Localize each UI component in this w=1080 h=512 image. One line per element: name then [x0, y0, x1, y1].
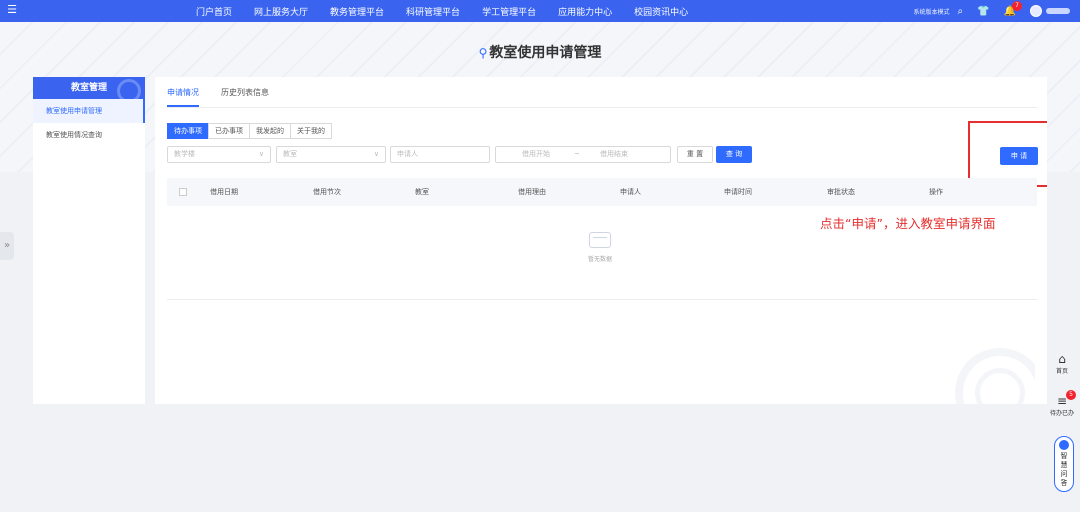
select-all-checkbox[interactable]: [179, 188, 187, 196]
query-button[interactable]: 查 询: [716, 146, 752, 163]
assistant-icon: [1059, 440, 1069, 450]
column-approval-status: 审批状态: [827, 188, 855, 196]
sidebar: 教室管理 教室使用申请管理 教室使用情况查询: [33, 77, 145, 404]
column-borrow-period: 借用节次: [313, 188, 341, 196]
smart-qa-char-1: 智: [1060, 452, 1068, 460]
top-nav-right: 系统版本模式 ⌕ 👕 🔔 7: [913, 0, 1070, 22]
expand-sidebar-handle[interactable]: »: [0, 232, 14, 260]
date-end-placeholder: 借用结束: [600, 150, 628, 158]
watermark-logo: [925, 328, 1035, 404]
classroom-select-placeholder: 教室: [283, 150, 297, 158]
shirt-icon[interactable]: 👕: [977, 6, 989, 17]
tab-divider: [167, 107, 1037, 108]
sidebar-header-label: 教室管理: [71, 83, 108, 93]
segment-initiated[interactable]: 我发起的: [249, 123, 291, 139]
home-shortcut[interactable]: ⌂ 首页: [1050, 352, 1074, 375]
applicant-input-placeholder: 申请人: [397, 150, 418, 158]
smart-qa-button[interactable]: 智 慧 问 答: [1054, 436, 1074, 492]
nav-capability-center[interactable]: 应用能力中心: [558, 5, 612, 18]
applicant-input[interactable]: 申请人: [390, 146, 490, 163]
tab-history-list[interactable]: 历史列表信息: [221, 77, 269, 107]
username-placeholder[interactable]: [1046, 8, 1070, 14]
date-range-picker[interactable]: 借用开始 ~ 借用结束: [495, 146, 671, 163]
chevron-down-icon: ∨: [373, 150, 379, 158]
chevron-down-icon: ∨: [258, 150, 264, 158]
smart-qa-char-2: 慧: [1060, 461, 1068, 469]
segment-todo[interactable]: 待办事项: [167, 123, 209, 139]
avatar[interactable]: [1030, 5, 1042, 17]
column-apply-time: 申请时间: [724, 188, 752, 196]
nav-news-center[interactable]: 校园资讯中心: [634, 5, 688, 18]
notification-badge: 7: [1012, 0, 1022, 11]
todo-shortcut-label: 待办已办: [1050, 410, 1075, 417]
empty-text: 暂无数据: [587, 256, 612, 263]
segment-filter: 待办事项 已办事项 我发起的 关于我的: [167, 123, 332, 139]
reset-button[interactable]: 重 置: [677, 146, 713, 163]
todo-shortcut[interactable]: ≡ 5 待办已办: [1050, 390, 1076, 417]
home-shortcut-label: 首页: [1055, 368, 1068, 375]
smart-qa-char-3: 问: [1060, 470, 1068, 478]
main-panel: 申请情况 历史列表信息 待办事项 已办事项 我发起的 关于我的 教学楼 ∨ 教室…: [155, 77, 1047, 404]
segment-done[interactable]: 已办事项: [208, 123, 250, 139]
apply-button[interactable]: 申 请: [1000, 147, 1038, 165]
top-nav-bar: ☰ 门户首页 网上服务大厅 教务管理平台 科研管理平台 学工管理平台 应用能力中…: [0, 0, 1080, 22]
nav-portal-home[interactable]: 门户首页: [196, 5, 232, 18]
nav-research-platform[interactable]: 科研管理平台: [406, 5, 460, 18]
sidebar-item-apply-management[interactable]: 教室使用申请管理: [33, 99, 145, 123]
annotation-text: 点击“申请”，进入教室申请界面: [820, 216, 996, 231]
segment-related[interactable]: 关于我的: [290, 123, 332, 139]
tab-application-status[interactable]: 申请情况: [167, 77, 199, 107]
todo-badge: 5: [1066, 390, 1076, 400]
empty-inbox-icon: [589, 232, 611, 248]
nav-service-hall[interactable]: 网上服务大厅: [254, 5, 308, 18]
sidebar-item-usage-query[interactable]: 教室使用情况查询: [33, 123, 145, 147]
sidebar-header: 教室管理: [33, 77, 145, 99]
column-actions: 操作: [929, 188, 943, 196]
page-title-text: 教室使用申请管理: [489, 45, 602, 61]
column-borrow-reason: 借用理由: [518, 188, 546, 196]
menu-icon[interactable]: ☰: [6, 4, 18, 16]
column-classroom: 教室: [415, 188, 429, 196]
table-header: 借用日期 借用节次 教室 借用理由 申请人 申请时间 审批状态 操作: [167, 178, 1037, 206]
nav-student-platform[interactable]: 学工管理平台: [482, 5, 536, 18]
top-nav: 门户首页 网上服务大厅 教务管理平台 科研管理平台 学工管理平台 应用能力中心 …: [196, 0, 710, 22]
classroom-select[interactable]: 教室 ∨: [276, 146, 386, 163]
date-range-separator: ~: [574, 150, 580, 158]
empty-state: 暂无数据: [580, 232, 620, 263]
building-select[interactable]: 教学楼 ∨: [167, 146, 271, 163]
mode-switch[interactable]: 系统版本模式: [913, 7, 949, 16]
bell-icon[interactable]: 🔔 7: [1004, 0, 1022, 17]
page-title: ⚲ 教室使用申请管理: [0, 42, 1080, 62]
smart-qa-char-4: 答: [1060, 479, 1068, 487]
building-select-placeholder: 教学楼: [174, 150, 195, 158]
nav-academic-platform[interactable]: 教务管理平台: [330, 5, 384, 18]
column-applicant: 申请人: [620, 188, 641, 196]
tab-bar: 申请情况 历史列表信息: [167, 77, 291, 107]
home-icon: ⌂: [1058, 352, 1066, 366]
search-icon[interactable]: ⌕: [957, 6, 963, 17]
column-borrow-date: 借用日期: [210, 188, 238, 196]
location-pin-icon: ⚲: [478, 46, 488, 60]
sidebar-header-decoration: [117, 79, 141, 99]
table-bottom-divider: [167, 299, 1037, 300]
date-start-placeholder: 借用开始: [522, 150, 550, 158]
